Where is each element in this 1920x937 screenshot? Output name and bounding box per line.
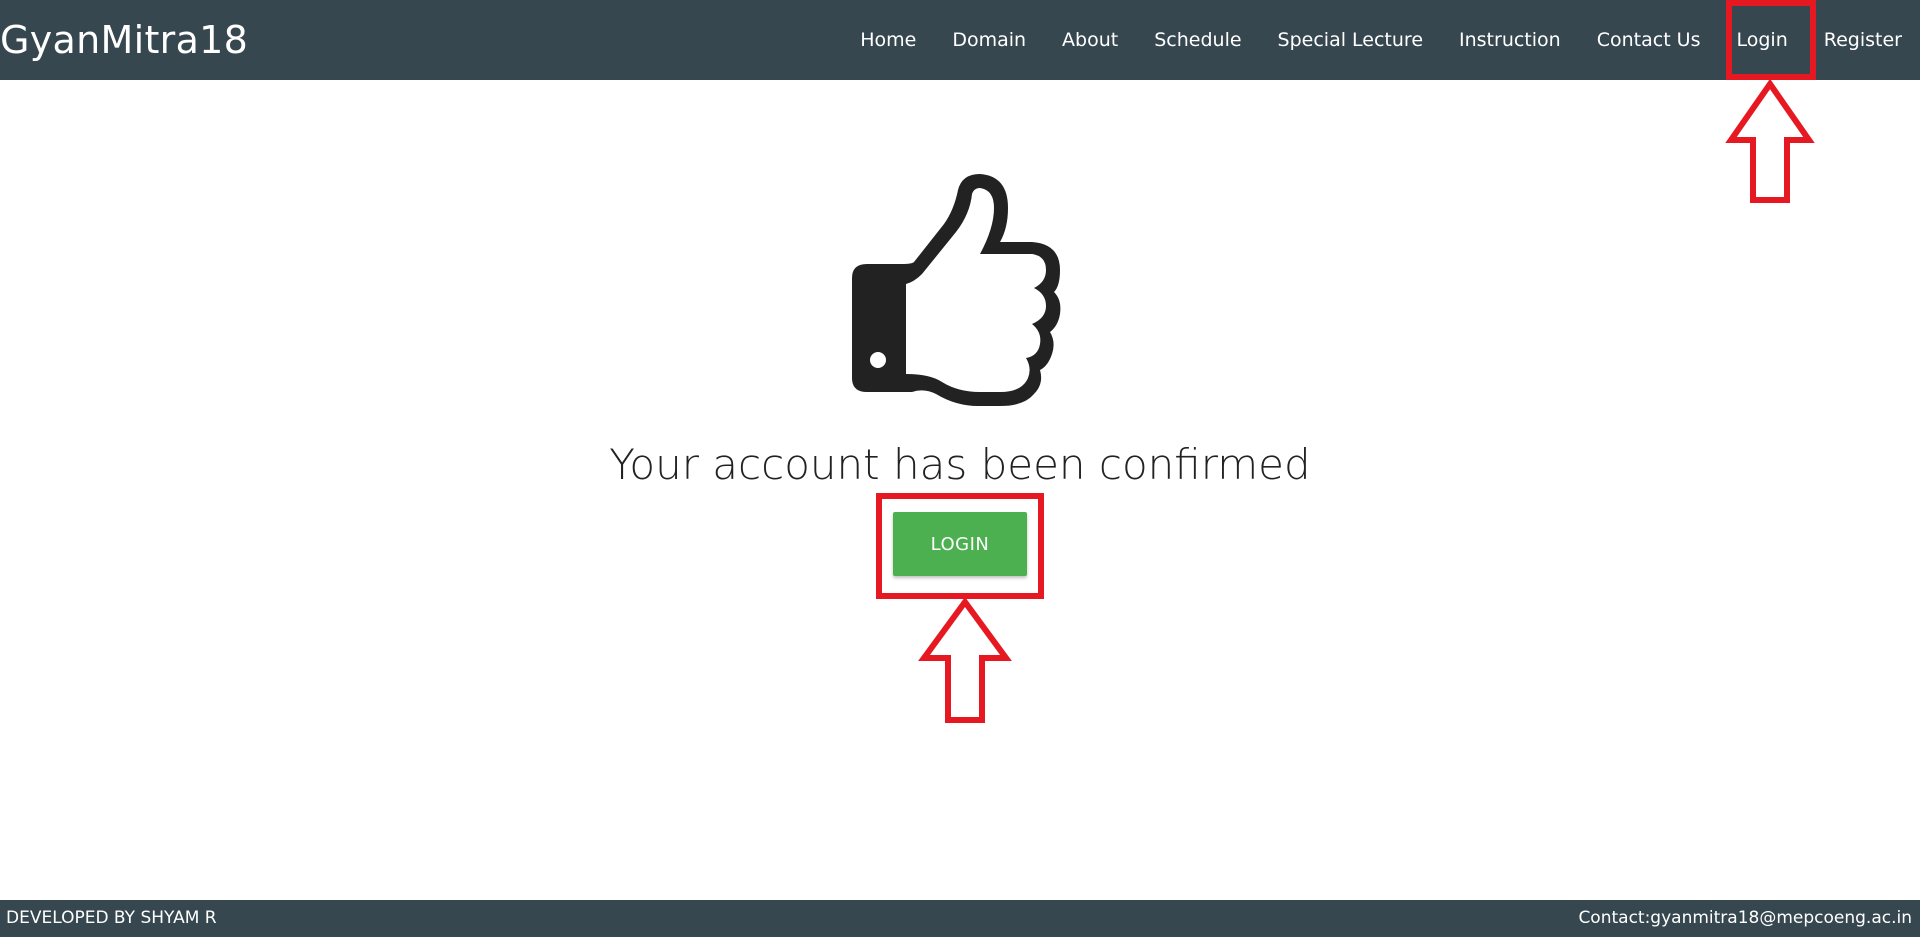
nav-about[interactable]: About	[1044, 0, 1136, 80]
login-button[interactable]: LOGIN	[893, 512, 1027, 576]
confirmation-message: Your account has been confirmed	[609, 440, 1311, 489]
nav-schedule[interactable]: Schedule	[1136, 0, 1259, 80]
nav-contact-us[interactable]: Contact Us	[1579, 0, 1719, 80]
site-brand[interactable]: GyanMitra18	[0, 0, 248, 80]
developer-credit: DEVELOPED BY SHYAM R	[6, 908, 217, 928]
nav-domain[interactable]: Domain	[934, 0, 1044, 80]
nav-instruction[interactable]: Instruction	[1441, 0, 1579, 80]
nav-special-lecture[interactable]: Special Lecture	[1260, 0, 1441, 80]
thumbs-up-icon	[852, 174, 1061, 406]
nav-home[interactable]: Home	[842, 0, 934, 80]
nav-menu: Home Domain About Schedule Special Lectu…	[842, 0, 1920, 80]
nav-login[interactable]: Login	[1719, 0, 1806, 80]
top-navbar: GyanMitra18 Home Domain About Schedule S…	[0, 0, 1920, 80]
up-arrow-annotation-button	[918, 598, 1012, 723]
up-arrow-annotation-nav	[1725, 80, 1815, 203]
page-footer: DEVELOPED BY SHYAM R Contact:gyanmitra18…	[0, 900, 1920, 937]
nav-register[interactable]: Register	[1806, 0, 1920, 80]
contact-email: Contact:gyanmitra18@mepcoeng.ac.in	[1578, 908, 1912, 928]
